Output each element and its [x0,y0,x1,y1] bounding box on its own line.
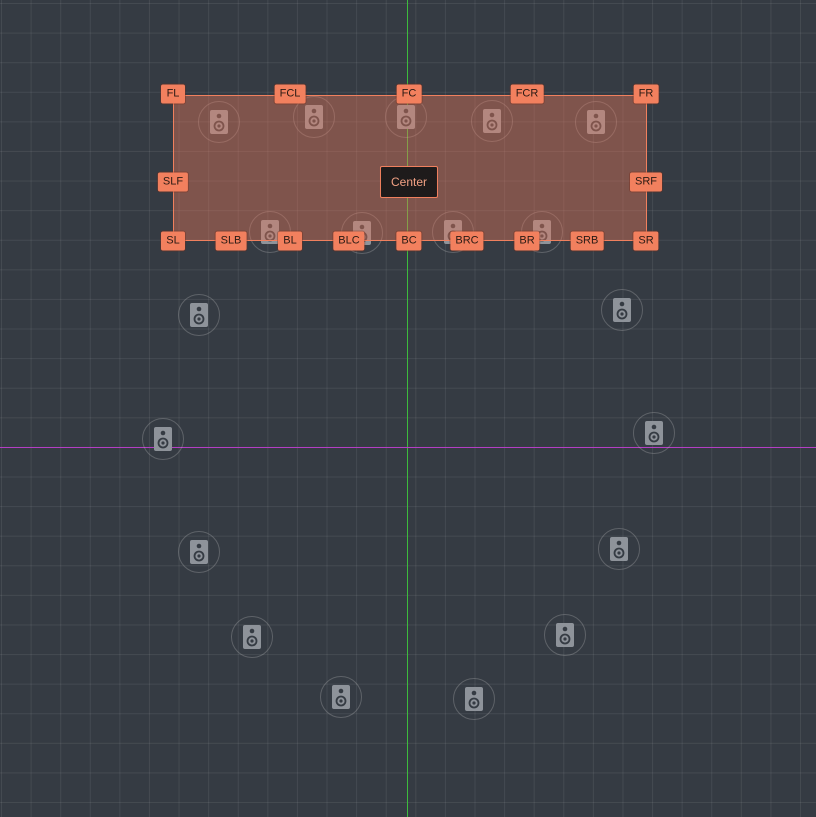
handle-fcl[interactable]: FCL [274,84,306,104]
handle-srb[interactable]: SRB [570,231,604,251]
speaker-icon [189,539,209,565]
speaker-16[interactable] [231,616,273,658]
handle-blc[interactable]: BLC [333,231,365,251]
handle-slb[interactable]: SLB [215,231,247,251]
handle-fr[interactable]: FR [633,84,659,104]
speaker-12[interactable] [142,418,184,460]
handle-br[interactable]: BR [514,231,540,251]
handle-fcr[interactable]: FCR [510,84,544,104]
speaker-icon [464,686,484,712]
handle-sl[interactable]: SL [161,231,185,251]
handle-fc[interactable]: FC [396,84,422,104]
handle-srf[interactable]: SRF [630,172,662,192]
handle-brc[interactable]: BRC [450,231,484,251]
handle-fl[interactable]: FL [161,84,185,104]
speaker-icon [331,684,351,710]
speaker-icon [242,624,262,650]
speaker-icon [612,297,632,323]
speaker-10[interactable] [178,294,220,336]
zone-center-handle[interactable]: Center [379,166,439,198]
speaker-icon [609,536,629,562]
speaker-icon [555,622,575,648]
speaker-icon [189,302,209,328]
speaker-13[interactable] [633,412,675,454]
handle-bl[interactable]: BL [278,231,302,251]
speaker-14[interactable] [178,531,220,573]
speaker-layout-canvas[interactable]: Center FL FCL FC FCR FR SLF SRF SL SLB BL BLC BC BRC… [0,0,816,817]
speaker-icon [644,420,664,446]
speaker-15[interactable] [598,528,640,570]
handle-slf[interactable]: SLF [157,172,189,192]
handle-sr[interactable]: SR [633,231,659,251]
handle-bc[interactable]: BC [396,231,422,251]
speaker-17[interactable] [544,614,586,656]
speaker-19[interactable] [453,678,495,720]
x-axis-line [0,447,816,448]
speaker-18[interactable] [320,676,362,718]
speaker-11[interactable] [601,289,643,331]
speaker-icon [153,426,173,452]
